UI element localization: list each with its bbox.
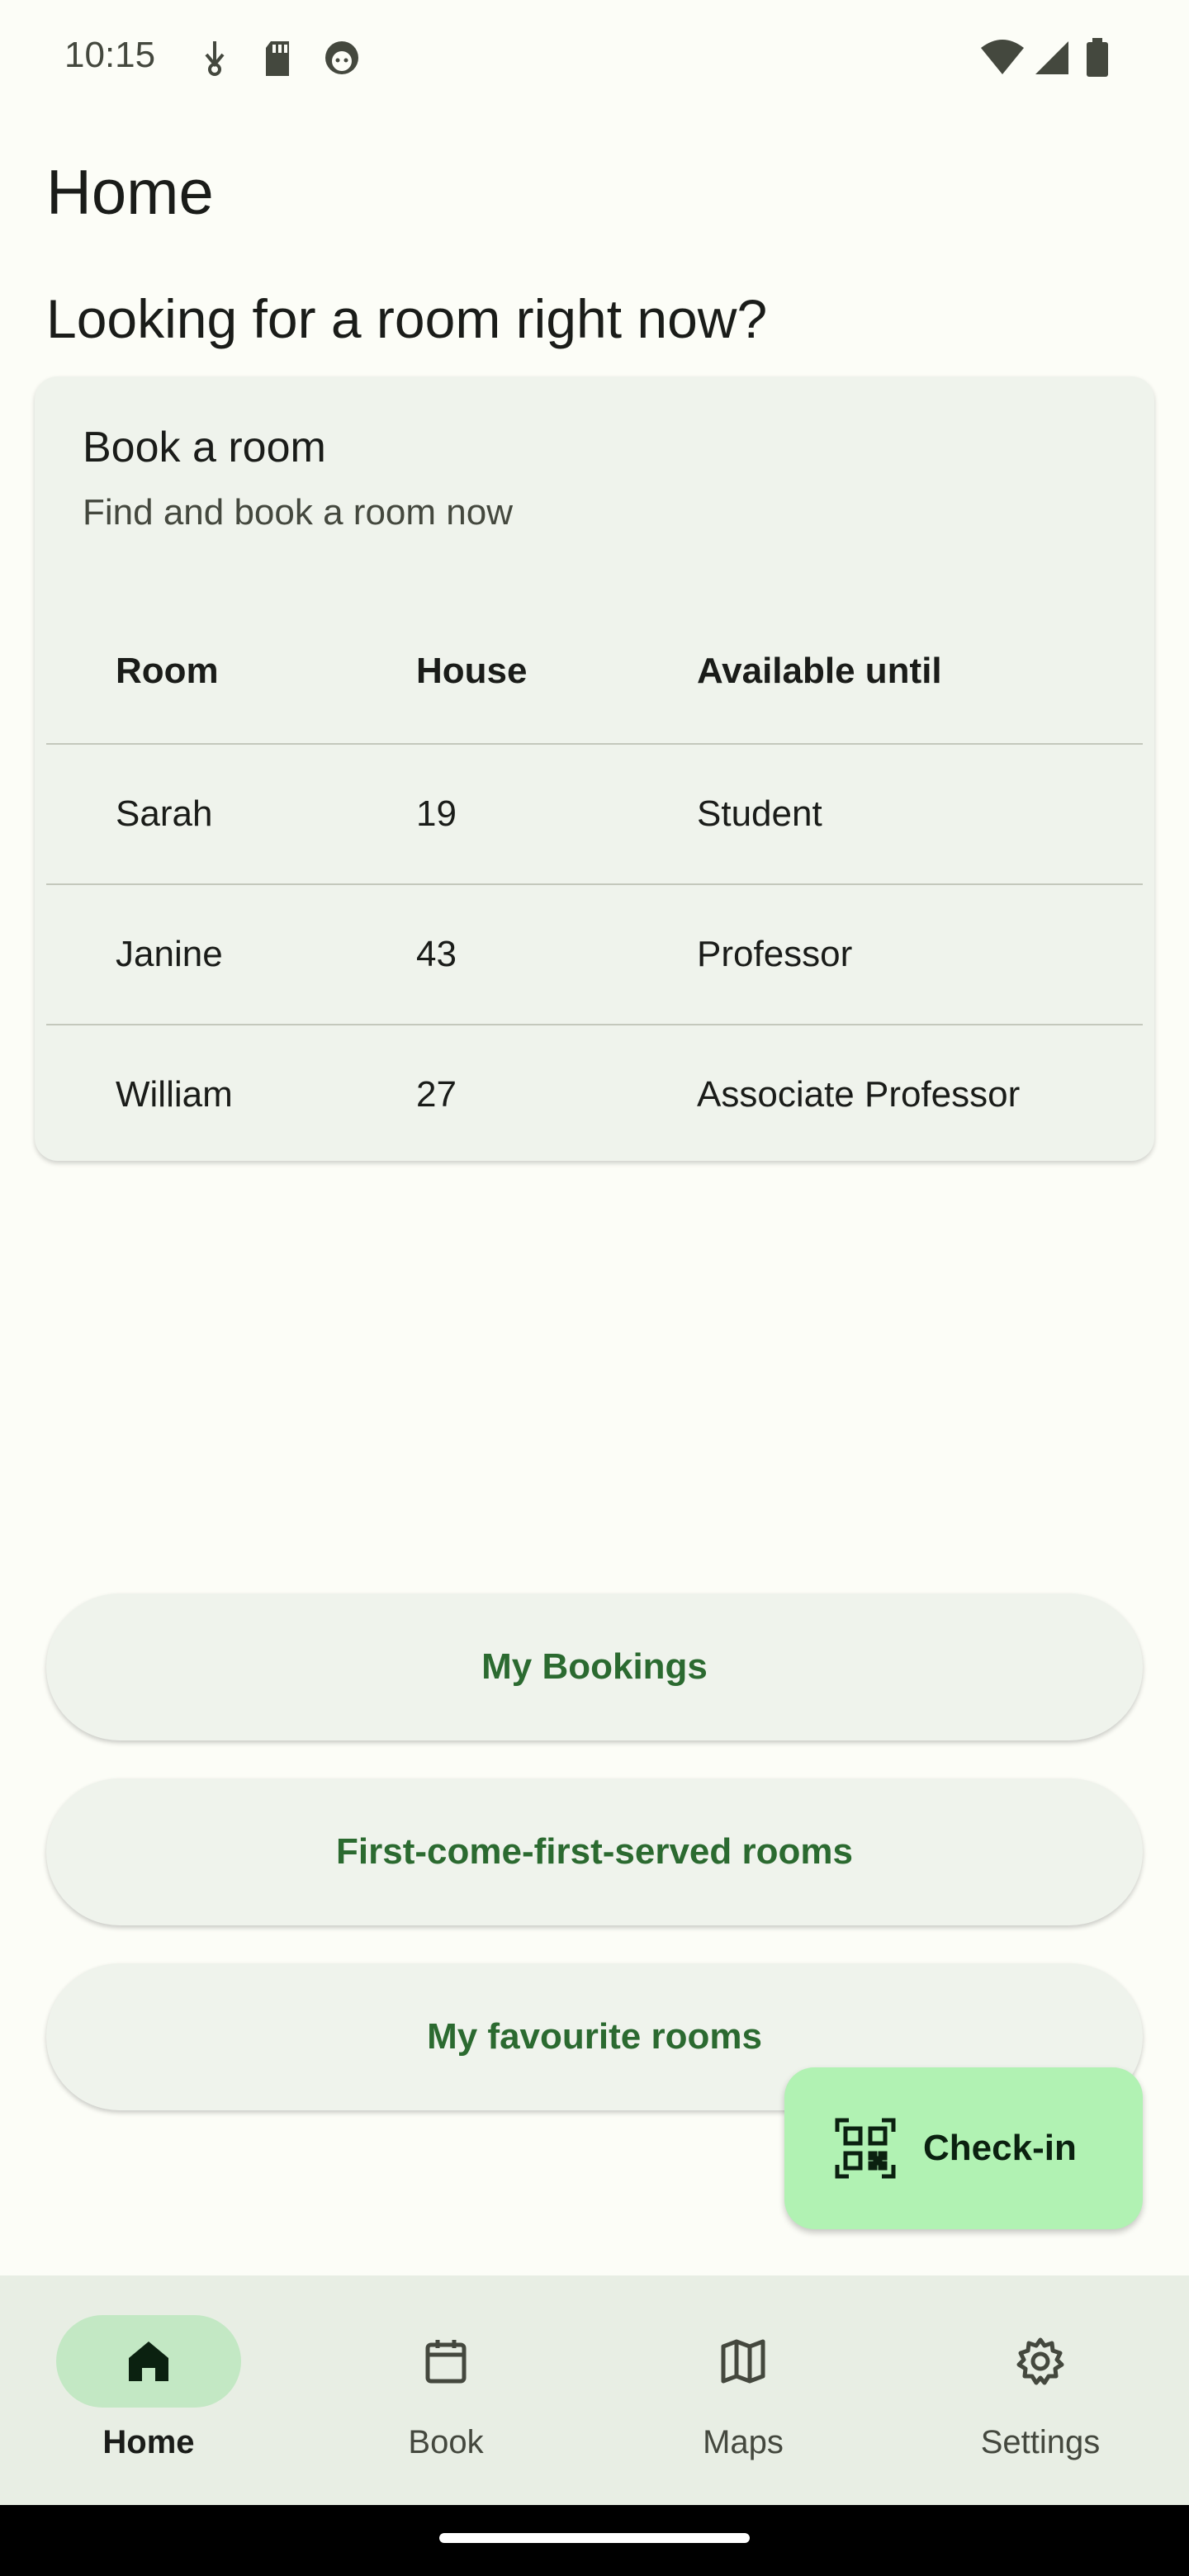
gesture-navigation-bar (0, 2505, 1189, 2576)
rooms-table: Room House Available until Sarah 19 Stud… (46, 599, 1143, 1164)
table-cell-available-until: Professor (697, 934, 853, 974)
column-header-available-until: Available until (697, 651, 942, 691)
nav-label-settings: Settings (980, 2424, 1101, 2460)
table-row[interactable]: William 27 Associate Professor (46, 1025, 1143, 1164)
home-icon (124, 2337, 173, 2390)
nav-label-maps: Maps (703, 2424, 784, 2460)
table-row[interactable]: Janine 43 Professor (46, 885, 1143, 1025)
cell-signal-icon (1032, 38, 1072, 82)
home-gesture-handle[interactable] (439, 2533, 750, 2543)
column-header-room: Room (116, 651, 219, 691)
table-header-row: Room House Available until (46, 599, 1143, 745)
card-title: Book a room (83, 424, 326, 471)
page-title: Home (46, 158, 214, 228)
map-icon (718, 2337, 768, 2390)
first-come-rooms-button[interactable]: First-come-first-served rooms (46, 1778, 1143, 1925)
table-row[interactable]: Sarah 19 Student (46, 745, 1143, 885)
table-cell-house: 27 (416, 1074, 457, 1115)
table-cell-house: 43 (416, 934, 457, 974)
book-room-card[interactable]: Book a room Find and book a room now Roo… (35, 376, 1154, 1161)
table-cell-room: Sarah (116, 793, 213, 834)
table-cell-room: William (116, 1074, 233, 1115)
usb-debug-icon (198, 38, 231, 83)
sd-card-icon (261, 38, 294, 83)
check-in-label: Check-in (923, 2128, 1077, 2168)
gear-icon (1016, 2337, 1065, 2390)
table-cell-room: Janine (116, 934, 223, 974)
nav-item-settings[interactable]: Settings (892, 2275, 1189, 2505)
section-title: Looking for a room right now? (46, 288, 768, 349)
qr-code-scan-icon (834, 2117, 897, 2184)
bottom-navigation: Home Book Maps Settings (0, 2275, 1189, 2505)
nav-label-home: Home (102, 2424, 195, 2460)
column-header-house: House (416, 651, 528, 691)
table-cell-available-until: Student (697, 793, 822, 834)
status-bar: 10:15 (0, 0, 1189, 116)
my-bookings-button[interactable]: My Bookings (46, 1593, 1143, 1740)
android-face-icon (322, 38, 362, 82)
status-time: 10:15 (64, 35, 156, 75)
table-cell-available-until: Associate Professor (697, 1074, 1021, 1115)
battery-icon (1085, 38, 1110, 82)
calendar-icon (421, 2337, 471, 2390)
card-subtitle: Find and book a room now (83, 492, 513, 533)
wifi-icon (979, 38, 1026, 82)
nav-item-maps[interactable]: Maps (594, 2275, 892, 2505)
nav-item-book[interactable]: Book (297, 2275, 594, 2505)
check-in-fab[interactable]: Check-in (784, 2067, 1143, 2229)
table-cell-house: 19 (416, 793, 457, 834)
nav-label-book: Book (408, 2424, 484, 2460)
nav-item-home[interactable]: Home (0, 2275, 297, 2505)
